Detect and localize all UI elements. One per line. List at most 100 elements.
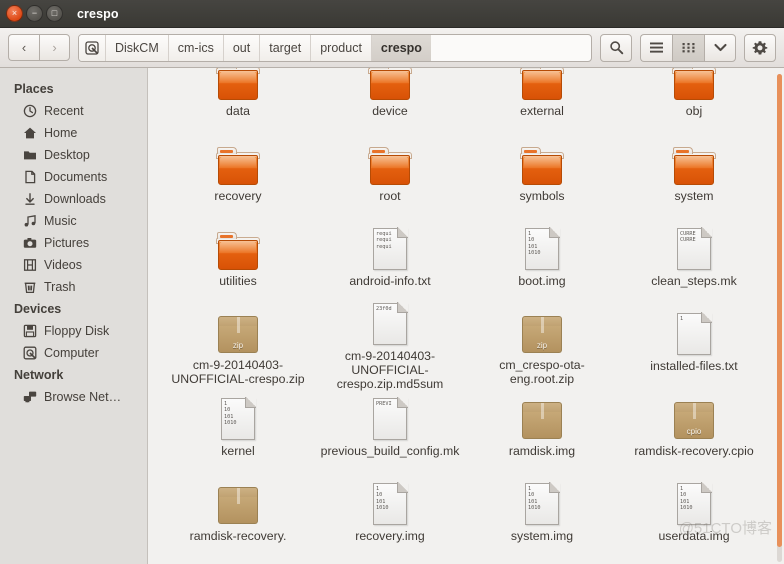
- file-item[interactable]: utilities: [162, 216, 314, 301]
- file-label: installed-files.txt: [650, 359, 738, 373]
- sidebar-item-computer[interactable]: Computer: [0, 342, 147, 364]
- file-label: recovery.img: [355, 529, 425, 543]
- file-item[interactable]: 1 10 101 1010 recovery.img: [314, 471, 466, 556]
- file-label: system.img: [510, 529, 574, 543]
- sidebar-item-music[interactable]: Music: [0, 210, 147, 232]
- sidebar-item-videos[interactable]: Videos: [0, 254, 147, 276]
- folder-icon: [368, 147, 412, 185]
- file-label: recovery: [214, 189, 262, 203]
- document-icon: 1 10 101 1010: [221, 397, 256, 440]
- sidebar-item-recent[interactable]: Recent: [0, 100, 147, 122]
- file-item[interactable]: data: [162, 68, 314, 131]
- file-preview-text: PREVI: [376, 401, 392, 407]
- file-grid: data device external obj recovery root symbols…: [162, 68, 770, 556]
- file-icon-box: 1 10 101 1010: [525, 473, 560, 525]
- file-item[interactable]: zip cm_crespo-ota-eng.root.zip: [466, 301, 618, 386]
- file-icon-box: 1 10 101 1010: [525, 218, 560, 270]
- breadcrumb-item-target[interactable]: target: [260, 34, 312, 61]
- search-button[interactable]: [600, 33, 632, 62]
- file-item[interactable]: symbols: [466, 131, 618, 216]
- file-icon-box: [368, 133, 412, 185]
- sidebar-item-browse-network[interactable]: Browse Net…: [0, 386, 147, 408]
- trash-icon: [22, 280, 37, 295]
- document-icon: 1 10 101 1010: [525, 482, 560, 525]
- file-label: cm_crespo-ota-eng.root.zip: [499, 358, 585, 386]
- view-options-dropdown-button[interactable]: [704, 33, 736, 62]
- chevron-down-icon: [713, 43, 727, 52]
- back-button[interactable]: ‹: [8, 34, 39, 61]
- file-item[interactable]: root: [314, 131, 466, 216]
- file-item[interactable]: obj: [618, 68, 770, 131]
- list-view-button[interactable]: [640, 33, 672, 62]
- file-item[interactable]: 1 10 101 1010 userdata.img: [618, 471, 770, 556]
- file-label: cm-9-20140403-UNOFFICIAL-crespo.zip.md5s…: [336, 349, 444, 391]
- forward-button[interactable]: ›: [39, 34, 70, 61]
- folder-icon: [368, 68, 412, 100]
- sidebar-item-home[interactable]: Home: [0, 122, 147, 144]
- file-item[interactable]: 1 10 101 1010 system.img: [466, 471, 618, 556]
- breadcrumb-root-icon-button[interactable]: [79, 34, 106, 61]
- scrollbar-thumb[interactable]: [777, 74, 782, 548]
- sidebar-item-pictures[interactable]: Pictures: [0, 232, 147, 254]
- file-item[interactable]: device: [314, 68, 466, 131]
- file-item[interactable]: 1 installed-files.txt: [618, 301, 770, 386]
- network-icon: [22, 390, 37, 405]
- sidebar-section-devices-title: Devices: [14, 302, 62, 316]
- file-label: userdata.img: [658, 529, 730, 543]
- breadcrumb-item-out[interactable]: out: [223, 34, 261, 61]
- file-item[interactable]: external: [466, 68, 618, 131]
- breadcrumb-item-crespo[interactable]: crespo: [371, 34, 431, 61]
- file-item[interactable]: ramdisk.img: [466, 386, 618, 471]
- minimize-button[interactable]: −: [26, 5, 43, 22]
- archive-icon: [521, 402, 563, 440]
- sidebar-item-label: Music: [44, 214, 77, 228]
- close-icon: ×: [11, 8, 18, 18]
- sidebar-item-label: Desktop: [44, 148, 90, 162]
- file-label: kernel: [221, 444, 255, 458]
- chevron-left-icon: ‹: [21, 40, 27, 55]
- close-button[interactable]: ×: [6, 5, 23, 22]
- vertical-scrollbar[interactable]: [777, 74, 782, 562]
- file-icon-box: CURRE CURRE: [677, 218, 712, 270]
- file-item[interactable]: 1 10 101 1010 kernel: [162, 386, 314, 471]
- sidebar-item-desktop[interactable]: Desktop: [0, 144, 147, 166]
- file-preview-text: 1 10 101 1010: [224, 401, 237, 427]
- clock-icon: [22, 104, 37, 119]
- file-icon-box: 1: [677, 303, 712, 355]
- folder-icon: [672, 68, 716, 100]
- file-item[interactable]: cpio ramdisk-recovery.cpio: [618, 386, 770, 471]
- file-item[interactable]: CURRE CURRE clean_steps.mk: [618, 216, 770, 301]
- camera-icon: [22, 236, 37, 251]
- file-item[interactable]: recovery: [162, 131, 314, 216]
- breadcrumb-item-product[interactable]: product: [311, 34, 372, 61]
- file-label: device: [372, 104, 408, 118]
- file-icon-box: [520, 68, 564, 100]
- file-preview-text: 1 10 101 1010: [680, 486, 693, 512]
- sidebar-item-label: Home: [44, 126, 78, 140]
- sidebar: Places Recent Home Desktop Documents Dow…: [0, 68, 148, 564]
- file-item[interactable]: system: [618, 131, 770, 216]
- file-icon-view[interactable]: data device external obj recovery root symbols…: [148, 68, 784, 564]
- file-item[interactable]: requi requi requi android-info.txt: [314, 216, 466, 301]
- breadcrumb-item-cm-ics[interactable]: cm-ics: [168, 34, 224, 61]
- file-item[interactable]: 23f0d cm-9-20140403-UNOFFICIAL-crespo.zip…: [314, 301, 466, 391]
- sidebar-item-trash[interactable]: Trash: [0, 276, 147, 298]
- home-icon: [22, 126, 37, 141]
- file-item[interactable]: 1 10 101 1010 boot.img: [466, 216, 618, 301]
- maximize-button[interactable]: □: [46, 5, 63, 22]
- file-preview-text: CURRE CURRE: [680, 231, 696, 244]
- file-item[interactable]: PREVI previous_build_config.mk: [314, 386, 466, 471]
- sidebar-item-floppy-disk[interactable]: Floppy Disk: [0, 320, 147, 342]
- sidebar-section-places-title: Places: [14, 82, 54, 96]
- settings-button[interactable]: [744, 33, 776, 62]
- file-icon-box: [521, 388, 563, 440]
- sidebar-item-documents[interactable]: Documents: [0, 166, 147, 188]
- sidebar-item-downloads[interactable]: Downloads: [0, 188, 147, 210]
- file-item[interactable]: ramdisk-recovery.: [162, 471, 314, 556]
- icon-view-button[interactable]: [672, 33, 704, 62]
- film-icon: [22, 258, 37, 273]
- file-item[interactable]: zip cm-9-20140403-UNOFFICIAL-crespo.zip: [162, 301, 314, 386]
- folder-icon: [520, 147, 564, 185]
- breadcrumb-item-diskcm[interactable]: DiskCM: [106, 34, 169, 61]
- file-label: clean_steps.mk: [651, 274, 737, 288]
